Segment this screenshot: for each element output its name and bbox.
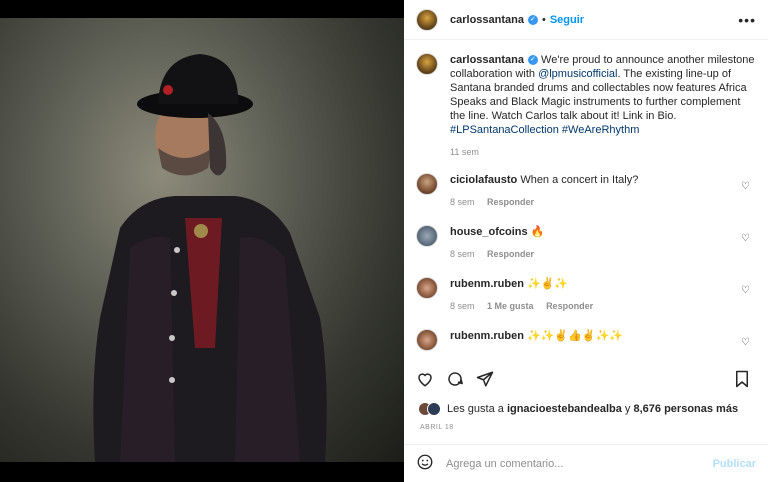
instagram-post-modal: carlossantana ✓ • Seguir ••• carlossanta… — [0, 0, 768, 482]
comment-username[interactable]: ciciolafausto — [450, 174, 517, 186]
comment-meta: 8 sem Responder — [450, 195, 756, 209]
likes-count-link[interactable]: 8,676 personas más — [634, 403, 739, 415]
comment-body: rubenm.ruben ✨✌️✨ 8 sem 1 Me gusta Respo… — [450, 277, 756, 313]
author-username[interactable]: carlossantana — [450, 14, 524, 26]
emoji-icon[interactable] — [416, 453, 434, 474]
comment-text: ✨✌️✨ — [527, 278, 569, 290]
caption-mention-link[interactable]: @lpmusicofficial — [538, 68, 617, 80]
comment-username[interactable]: rubenm.ruben — [450, 330, 524, 342]
comment-bubble-icon[interactable] — [446, 370, 464, 391]
comment-text: 🔥 — [530, 226, 545, 238]
author-avatar[interactable] — [416, 8, 438, 31]
comment-username[interactable]: house_ofcoins — [450, 226, 528, 238]
comments-list[interactable]: carlossantana ✓ We're proud to announce a… — [404, 41, 768, 359]
more-options-icon[interactable]: ••• — [738, 12, 756, 28]
bookmark-icon[interactable] — [734, 370, 750, 391]
comment-meta: 8 sem 1 Me gusta Responder — [450, 299, 756, 313]
comment-meta: 8 sem Responder — [450, 247, 756, 261]
post-photo[interactable] — [0, 18, 404, 462]
like-comment-heart-icon[interactable]: ♡ — [741, 233, 750, 244]
separator-dot: • — [541, 13, 546, 26]
add-comment-bar: Publicar — [404, 444, 768, 482]
like-comment-heart-icon[interactable]: ♡ — [741, 285, 750, 296]
comment-input[interactable] — [446, 457, 713, 470]
comment-text: When a concert in Italy? — [520, 174, 639, 186]
comment-item: rubenm.ruben ✨✨✌️👍✌️✨✨ ♡ — [416, 329, 756, 351]
comment-avatar[interactable] — [416, 173, 438, 195]
post-side-panel: carlossantana ✓ • Seguir ••• carlossanta… — [404, 0, 768, 482]
reply-button[interactable]: Responder — [487, 249, 534, 259]
comment-text: ✨✨✌️👍✌️✨✨ — [527, 330, 623, 342]
comment-item: rubenm.ruben ✨✌️✨ 8 sem 1 Me gusta Respo… — [416, 277, 756, 313]
caption: carlossantana ✓ We're proud to announce a… — [416, 53, 756, 159]
comment-time[interactable]: 8 sem — [450, 249, 475, 259]
follow-button[interactable]: Seguir — [550, 14, 584, 26]
comment-time[interactable]: 8 sem — [450, 197, 475, 207]
post-date[interactable]: ABRIL 18 — [420, 424, 454, 431]
caption-meta: 11 sem — [450, 145, 756, 159]
likes-user-link[interactable]: ignacioestebandealba — [507, 403, 622, 415]
publish-button[interactable]: Publicar — [713, 458, 756, 470]
caption-hashtag-2[interactable]: #WeAreRhythm — [562, 124, 639, 136]
post-media — [0, 0, 404, 482]
comment-avatar[interactable] — [416, 277, 438, 299]
caption-time[interactable]: 11 sem — [450, 147, 479, 157]
liker-avatar — [427, 402, 441, 416]
share-paper-plane-icon[interactable] — [476, 370, 494, 391]
like-comment-heart-icon[interactable]: ♡ — [741, 181, 750, 192]
comment-avatar[interactable] — [416, 225, 438, 247]
portrait-illustration — [93, 54, 327, 462]
post-header: carlossantana ✓ • Seguir ••• — [404, 0, 768, 40]
reply-button[interactable]: Responder — [487, 197, 534, 207]
comment-body: ciciolafausto When a concert in Italy? 8… — [450, 173, 756, 209]
comment-avatar[interactable] — [416, 329, 438, 351]
caption-hashtag-1[interactable]: #LPSantanaCollection — [450, 124, 559, 136]
caption-username[interactable]: carlossantana — [450, 54, 524, 66]
post-actions — [416, 366, 756, 394]
comment-item: ciciolafausto When a concert in Italy? 8… — [416, 173, 756, 209]
comment-likes-count[interactable]: 1 Me gusta — [487, 301, 534, 311]
likes-middle: y — [621, 403, 634, 415]
comment-username[interactable]: rubenm.ruben — [450, 278, 524, 290]
like-heart-icon[interactable] — [416, 370, 434, 391]
likes-summary: Les gusta a ignacioestebandealba y 8,676… — [418, 402, 756, 416]
verified-badge-icon: ✓ — [527, 14, 538, 25]
caption-body: carlossantana ✓ We're proud to announce a… — [450, 53, 756, 159]
likes-text: Les gusta a ignacioestebandealba y 8,676… — [447, 403, 738, 415]
likes-prefix: Les gusta a — [447, 403, 507, 415]
comment-body: rubenm.ruben ✨✨✌️👍✌️✨✨ — [450, 329, 756, 343]
verified-badge-icon: ✓ — [527, 55, 538, 66]
caption-avatar[interactable] — [416, 53, 438, 75]
comment-time[interactable]: 8 sem — [450, 301, 475, 311]
comment-item: house_ofcoins 🔥 8 sem Responder ♡ — [416, 225, 756, 261]
like-comment-heart-icon[interactable]: ♡ — [741, 337, 750, 348]
comment-body: house_ofcoins 🔥 8 sem Responder — [450, 225, 756, 261]
reply-button[interactable]: Responder — [546, 301, 593, 311]
